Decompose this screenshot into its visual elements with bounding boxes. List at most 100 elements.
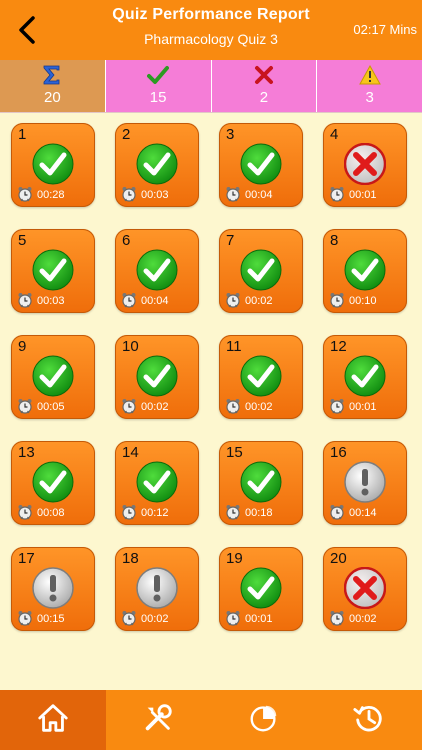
question-number: 3 xyxy=(226,126,235,143)
total-time: 02:17 Mins xyxy=(353,22,417,37)
question-number: 4 xyxy=(330,126,339,143)
alarm-clock-icon xyxy=(225,398,241,414)
question-time: 00:02 xyxy=(245,295,273,307)
correct-check-icon xyxy=(240,461,282,503)
alarm-clock-icon xyxy=(329,504,345,520)
correct-check-icon xyxy=(136,249,178,291)
tab-tools[interactable] xyxy=(106,690,212,750)
cross-icon xyxy=(254,66,273,84)
question-time: 00:15 xyxy=(37,613,65,625)
question-tile[interactable]: 13 00:08 xyxy=(11,441,95,525)
alarm-clock-icon xyxy=(121,292,137,308)
question-tile[interactable]: 11 00:02 xyxy=(219,335,303,419)
question-time: 00:10 xyxy=(349,295,377,307)
question-number: 19 xyxy=(226,550,243,567)
wrong-cross-icon xyxy=(343,142,387,186)
question-number: 18 xyxy=(122,550,139,567)
question-tile[interactable]: 8 00:10 xyxy=(323,229,407,313)
question-time: 00:02 xyxy=(141,613,169,625)
skipped-exclamation-icon xyxy=(136,567,178,609)
alarm-clock-icon xyxy=(329,292,345,308)
question-time: 00:02 xyxy=(349,613,377,625)
question-number: 12 xyxy=(330,338,347,355)
question-tile[interactable]: 14 00:12 xyxy=(115,441,199,525)
question-number: 6 xyxy=(122,232,131,249)
question-tile[interactable]: 6 00:04 xyxy=(115,229,199,313)
correct-check-icon xyxy=(344,249,386,291)
tools-icon xyxy=(141,701,175,740)
alarm-clock-icon xyxy=(329,186,345,202)
question-number: 5 xyxy=(18,232,27,249)
stat-skipped[interactable]: 3 xyxy=(317,60,422,112)
question-time: 00:02 xyxy=(245,401,273,413)
correct-check-icon xyxy=(136,461,178,503)
correct-check-icon xyxy=(240,143,282,185)
question-tile[interactable]: 3 00:04 xyxy=(219,123,303,207)
question-time: 00:18 xyxy=(245,507,273,519)
correct-check-icon xyxy=(240,249,282,291)
question-number: 8 xyxy=(330,232,339,249)
question-number: 13 xyxy=(18,444,35,461)
alarm-clock-icon xyxy=(329,398,345,414)
header-bar: Quiz Performance Report Pharmacology Qui… xyxy=(0,0,422,60)
question-time: 00:28 xyxy=(37,189,65,201)
check-icon xyxy=(147,66,170,84)
history-icon xyxy=(352,701,386,740)
alarm-clock-icon xyxy=(225,292,241,308)
question-time: 00:01 xyxy=(349,401,377,413)
warning-icon xyxy=(358,65,381,85)
correct-check-icon xyxy=(344,355,386,397)
correct-check-icon xyxy=(240,355,282,397)
correct-check-icon xyxy=(32,355,74,397)
question-number: 16 xyxy=(330,444,347,461)
question-tile[interactable]: 17 00:15 xyxy=(11,547,95,631)
stat-wrong[interactable]: 2 xyxy=(212,60,318,112)
question-time: 00:02 xyxy=(141,401,169,413)
tab-home[interactable] xyxy=(0,690,106,750)
alarm-clock-icon xyxy=(121,504,137,520)
question-tile[interactable]: 18 00:02 xyxy=(115,547,199,631)
question-time: 00:03 xyxy=(141,189,169,201)
question-number: 10 xyxy=(122,338,139,355)
question-tile[interactable]: 20 00:02 xyxy=(323,547,407,631)
question-tile[interactable]: 2 00:03 xyxy=(115,123,199,207)
alarm-clock-icon xyxy=(329,610,345,626)
alarm-clock-icon xyxy=(17,292,33,308)
question-tile[interactable]: 4 00:01 xyxy=(323,123,407,207)
correct-check-icon xyxy=(136,143,178,185)
question-number: 1 xyxy=(18,126,27,143)
question-tile[interactable]: 9 00:05 xyxy=(11,335,95,419)
question-tile[interactable]: 12 00:01 xyxy=(323,335,407,419)
stat-correct-value: 15 xyxy=(149,89,167,106)
question-tile[interactable]: 7 00:02 xyxy=(219,229,303,313)
question-tile[interactable]: 15 00:18 xyxy=(219,441,303,525)
question-number: 2 xyxy=(122,126,131,143)
question-time: 00:05 xyxy=(37,401,65,413)
question-number: 15 xyxy=(226,444,243,461)
pie-chart-icon xyxy=(247,701,281,740)
alarm-clock-icon xyxy=(225,504,241,520)
question-time: 00:01 xyxy=(245,613,273,625)
alarm-clock-icon xyxy=(17,610,33,626)
stat-total[interactable]: 20 xyxy=(0,60,106,112)
question-number: 7 xyxy=(226,232,235,249)
question-time: 00:04 xyxy=(245,189,273,201)
question-grid: 1 00:28 2 00:03 3 00:04 4 00:01 5 00:03 6 00:04 7 00:… xyxy=(11,123,407,631)
alarm-clock-icon xyxy=(17,504,33,520)
question-tile[interactable]: 16 00:14 xyxy=(323,441,407,525)
correct-check-icon xyxy=(136,355,178,397)
stat-correct[interactable]: 15 xyxy=(106,60,212,112)
alarm-clock-icon xyxy=(17,186,33,202)
question-tile[interactable]: 1 00:28 xyxy=(11,123,95,207)
correct-check-icon xyxy=(32,143,74,185)
question-tile[interactable]: 5 00:03 xyxy=(11,229,95,313)
question-tile[interactable]: 10 00:02 xyxy=(115,335,199,419)
correct-check-icon xyxy=(32,461,74,503)
alarm-clock-icon xyxy=(121,186,137,202)
skipped-exclamation-icon xyxy=(344,461,386,503)
question-tile[interactable]: 19 00:01 xyxy=(219,547,303,631)
tab-history[interactable] xyxy=(317,690,422,750)
question-number: 17 xyxy=(18,550,35,567)
question-time: 00:08 xyxy=(37,507,65,519)
tab-pie-chart[interactable] xyxy=(211,690,317,750)
